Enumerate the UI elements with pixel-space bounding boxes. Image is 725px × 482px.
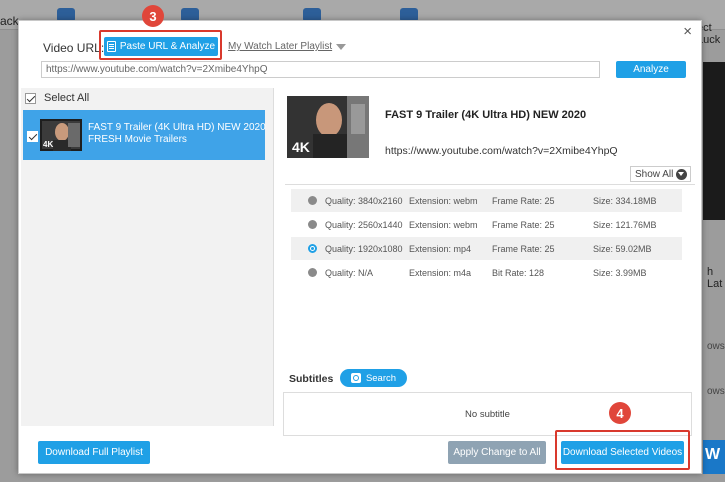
video-item-checkbox[interactable] [27,131,38,142]
quality-value: Quality: 2560x1440 [325,220,403,230]
video-list-panel: Select All 4K FAST 9 Trailer (4K Ultra H… [21,88,274,426]
extension-value: Extension: webm [409,196,478,206]
quality-value: Quality: 3840x2160 [325,196,403,206]
download-dialog: × Video URL: 3 Paste URL & Analyze My Wa… [18,5,702,474]
close-icon[interactable]: × [683,23,692,40]
subtitles-search-button[interactable]: Search [340,369,407,387]
paste-url-analyze-button[interactable]: Paste URL & Analyze [104,37,218,56]
detail-thumbnail: 4K [287,96,369,158]
apply-change-to-all-button[interactable]: Apply Change to All [448,441,546,464]
video-item-title: FAST 9 Trailer (4K Ultra HD) NEW 2020 [88,122,266,133]
extension-value: Extension: mp4 [409,244,472,254]
subtitles-search-label: Search [365,372,397,384]
background-side-label: h Lat [707,266,723,290]
quality-row[interactable]: Quality: 2560x1440 Extension: webm Frame… [291,213,682,236]
select-all-row[interactable]: Select All [25,92,89,104]
quality-radio[interactable] [308,196,317,205]
size-value: Size: 121.76MB [593,220,657,230]
thumb-4k-badge: 4K [43,140,53,149]
quality-row[interactable]: Quality: 3840x2160 Extension: webm Frame… [291,189,682,212]
detail-4k-badge: 4K [292,139,310,155]
video-item-text: FAST 9 Trailer (4K Ultra HD) NEW 2020 FR… [88,122,266,146]
quality-radio[interactable] [308,268,317,277]
quality-radio[interactable] [308,220,317,229]
size-value: Size: 3.99MB [593,268,647,278]
video-item-channel: FRESH Movie Trailers [88,134,187,145]
show-all-label: Show All [635,168,674,180]
video-url-label: Video URL: [43,41,105,55]
extension-value: Extension: m4a [409,268,472,278]
rate-value: Frame Rate: 25 [492,196,555,206]
video-thumbnail: 4K [40,119,82,151]
rate-value: Frame Rate: 25 [492,220,555,230]
video-detail-panel: 4K FAST 9 Trailer (4K Ultra HD) NEW 2020… [275,88,701,436]
rate-value: Bit Rate: 128 [492,268,545,278]
download-selected-videos-button[interactable]: Download Selected Videos [561,441,684,464]
quality-radio-selected[interactable] [308,244,317,253]
analyze-button[interactable]: Analyze [616,61,686,78]
url-input[interactable] [41,61,600,78]
chevron-down-icon [676,168,688,180]
video-url-text: https://www.youtube.com/watch?v=2Xmibe4Y… [385,145,618,157]
rate-value: Frame Rate: 25 [492,244,555,254]
quality-row[interactable]: Quality: 1920x1080 Extension: mp4 Frame … [291,237,682,260]
select-all-label: Select All [44,92,90,104]
background-browse-label: owse [707,386,725,397]
subtitles-label: Subtitles [289,373,334,385]
background-browse-label: owse [707,341,725,352]
quality-value: Quality: N/A [325,268,374,278]
show-all-dropdown[interactable]: Show All [630,166,692,182]
step-4-marker: 4 [609,402,631,424]
size-value: Size: 59.02MB [593,244,652,254]
quality-value: Quality: 1920x1080 [325,244,403,254]
list-item[interactable]: 4K FAST 9 Trailer (4K Ultra HD) NEW 2020… [23,110,266,160]
step-3-marker: 3 [142,5,164,27]
paste-button-label: Paste URL & Analyze [119,41,216,52]
select-all-checkbox[interactable] [25,92,36,104]
chevron-down-icon[interactable] [336,43,347,50]
background-video-preview [703,62,725,220]
clipboard-icon [106,41,116,52]
size-value: Size: 334.18MB [593,196,657,206]
divider [285,184,695,185]
watch-later-playlist-link[interactable]: My Watch Later Playlist [228,41,347,52]
extension-value: Extension: webm [409,220,478,230]
video-title: FAST 9 Trailer (4K Ultra HD) NEW 2020 [385,109,587,121]
quality-row[interactable]: Quality: N/A Extension: m4a Bit Rate: 12… [291,261,682,284]
watch-later-label: My Watch Later Playlist [228,41,333,52]
download-full-playlist-button[interactable]: Download Full Playlist [38,441,150,464]
no-subtitle-text: No subtitle [465,408,510,420]
search-icon [350,373,361,383]
background-back-label: ack [0,14,19,28]
background-big-button: W [703,440,725,474]
